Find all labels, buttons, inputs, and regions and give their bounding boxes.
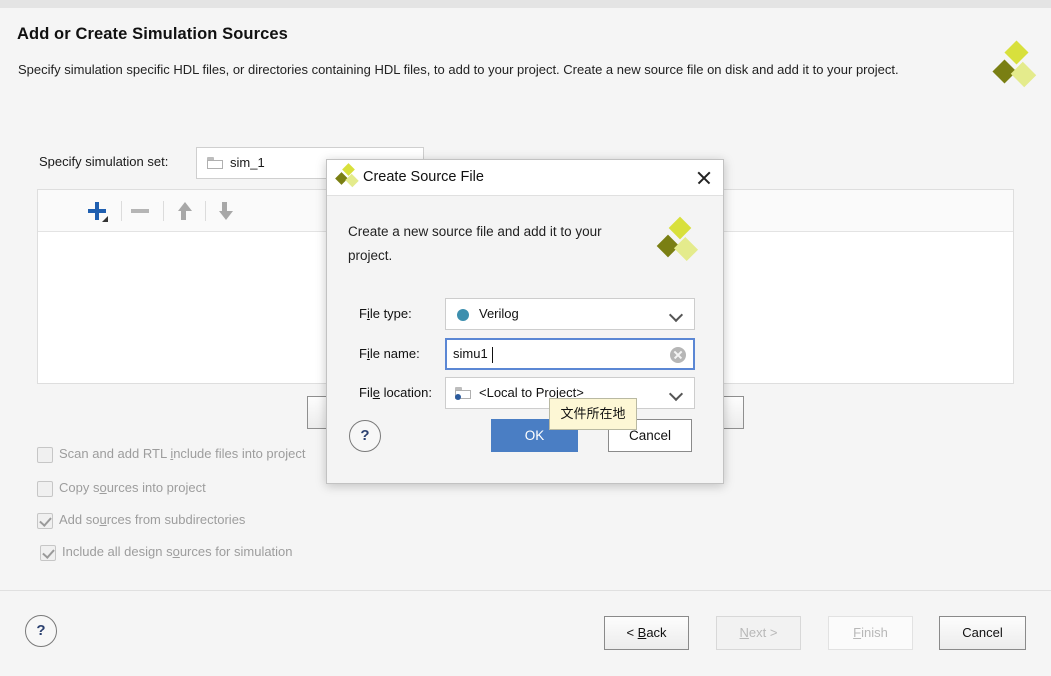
move-down-button[interactable] [211, 196, 241, 226]
chevron-down-icon[interactable] [671, 389, 682, 400]
dialog-title: Create Source File [363, 169, 484, 185]
close-icon[interactable] [693, 167, 715, 189]
option-label: Scan and add RTL include files into proj… [59, 446, 306, 461]
finish-button: Finish [828, 616, 913, 650]
file-name-label: File name: [359, 346, 420, 361]
cancel-button[interactable]: Cancel [939, 616, 1026, 650]
xilinx-logo-icon [335, 163, 359, 188]
help-button[interactable]: ? [25, 615, 57, 647]
add-sources-button[interactable] [82, 196, 112, 226]
wizard-header: Add or Create Simulation Sources Specify… [0, 8, 1051, 111]
toolbar-separator [205, 201, 206, 221]
checkbox-include-design-sources[interactable] [40, 545, 56, 561]
page-title: Add or Create Simulation Sources [17, 25, 288, 43]
dialog-help-button[interactable]: ? [349, 420, 381, 452]
back-button[interactable]: < Back [604, 616, 689, 650]
option-label: Copy sources into project [59, 480, 206, 495]
option-label: Include all design sources for simulatio… [62, 544, 293, 559]
folder-local-icon [455, 387, 471, 400]
file-location-label: File location: [359, 385, 432, 400]
file-name-input[interactable]: simu1 [445, 338, 695, 370]
remove-sources-button[interactable] [126, 196, 156, 226]
help-label: ? [36, 622, 46, 639]
move-up-button[interactable] [170, 196, 200, 226]
next-button: Next > [716, 616, 801, 650]
checkbox-copy-sources[interactable] [37, 481, 53, 497]
wizard-footer: ? < Back Next > Finish Cancel [0, 591, 1051, 676]
dialog-title-bar: Create Source File [327, 160, 723, 196]
checkbox-scan-rtl-include[interactable] [37, 447, 53, 463]
file-name-value: simu1 [453, 346, 488, 361]
xilinx-logo-icon [992, 40, 1040, 94]
dialog-intro-text: Create a new source file and add it to y… [348, 224, 602, 263]
simulation-set-label: Specify simulation set: [39, 154, 169, 169]
file-type-value: Verilog [479, 306, 519, 321]
option-label: Add sources from subdirectories [59, 512, 246, 527]
file-location-tooltip: 文件所在地 [549, 398, 637, 430]
toolbar-separator [163, 201, 164, 221]
clear-icon[interactable] [670, 347, 686, 363]
file-type-combobox[interactable]: Verilog [445, 298, 695, 330]
file-type-label: File type: [359, 306, 412, 321]
verilog-type-icon [457, 309, 469, 321]
checkbox-add-subdirectories[interactable] [37, 513, 53, 529]
toolbar-separator [121, 201, 122, 221]
text-caret [492, 347, 493, 363]
xilinx-logo-icon [656, 216, 701, 266]
help-label: ? [360, 427, 370, 444]
chevron-down-icon[interactable] [671, 310, 682, 321]
window-top-strip [0, 0, 1051, 8]
create-source-file-dialog: Create Source File Create a new source f… [326, 159, 724, 484]
page-description: Specify simulation specific HDL files, o… [18, 62, 899, 77]
simulation-set-value: sim_1 [230, 155, 265, 170]
folder-icon [207, 157, 223, 170]
